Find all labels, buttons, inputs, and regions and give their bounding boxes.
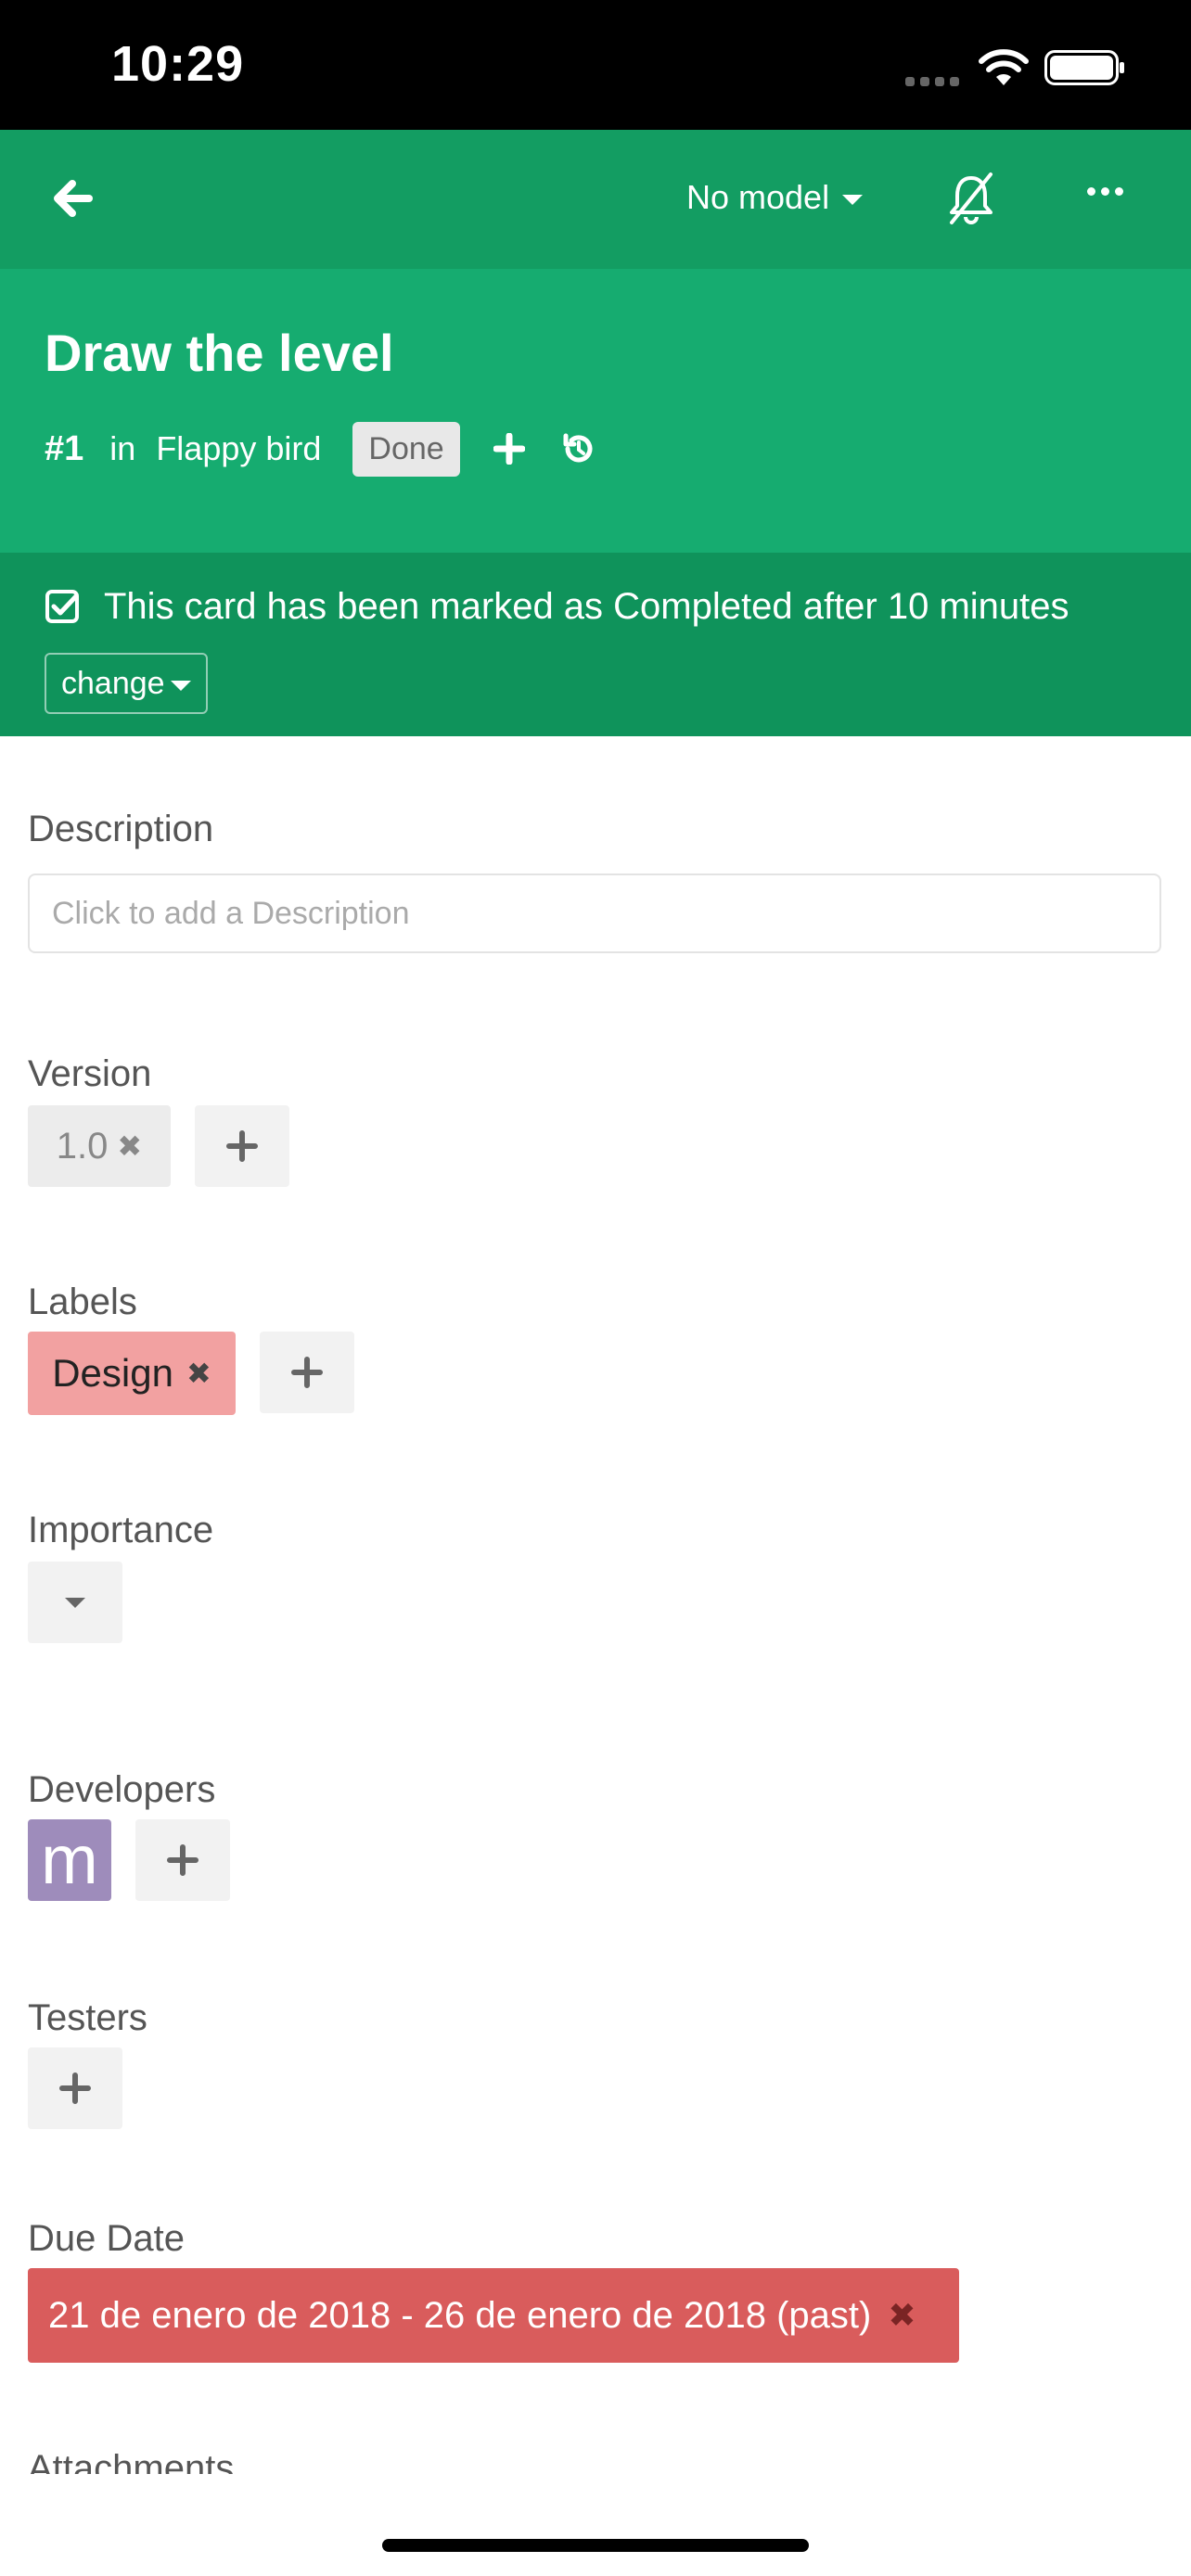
importance-label: Importance — [28, 1510, 214, 1550]
remove-icon[interactable]: ✖ — [888, 2296, 916, 2335]
add-label-button[interactable] — [260, 1332, 354, 1413]
completed-banner: This card has been marked as Completed a… — [0, 553, 1191, 736]
version-label: Version — [28, 1053, 152, 1094]
due-date-label: Due Date — [28, 2218, 185, 2259]
add-developer-button[interactable] — [135, 1819, 230, 1901]
testers-label: Testers — [28, 1997, 147, 2038]
plus-icon — [226, 1130, 258, 1162]
ellipsis-icon — [1087, 187, 1095, 196]
label-chip-text: Design — [52, 1351, 173, 1395]
due-date-value: 21 de enero de 2018 - 26 de enero de 201… — [48, 2294, 872, 2336]
top-app-bar: No model — [0, 130, 1191, 269]
card-header: Draw the level #1 in Flappy bird Done — [0, 269, 1191, 553]
bell-slash-icon — [950, 172, 992, 224]
plus-icon — [291, 1357, 323, 1388]
remove-icon[interactable]: ✖ — [186, 1356, 211, 1391]
bottom-safe-area — [0, 2474, 1191, 2576]
add-button[interactable] — [493, 433, 525, 465]
cellular-signal-icon — [905, 74, 965, 91]
version-value: 1.0 — [56, 1125, 109, 1167]
caret-down-icon — [65, 1597, 85, 1608]
description-label: Description — [28, 809, 214, 849]
version-chip[interactable]: 1.0 ✖ — [28, 1105, 171, 1187]
remove-icon[interactable]: ✖ — [117, 1129, 142, 1164]
model-dropdown[interactable]: No model — [686, 178, 864, 217]
plus-icon — [59, 2072, 91, 2104]
plus-icon — [493, 433, 525, 465]
plus-icon — [167, 1844, 198, 1876]
model-dropdown-label: No model — [686, 178, 830, 216]
history-button[interactable] — [560, 430, 597, 467]
description-placeholder: Click to add a Description — [52, 895, 410, 931]
more-options-button[interactable] — [1087, 187, 1123, 196]
labels-label: Labels — [28, 1282, 137, 1322]
card-project-link[interactable]: Flappy bird — [156, 429, 321, 468]
status-time: 10:29 — [111, 36, 245, 92]
back-button[interactable] — [45, 171, 100, 226]
card-title[interactable]: Draw the level — [45, 323, 394, 383]
developer-avatar[interactable]: m — [28, 1819, 111, 1901]
card-in-label: in — [109, 429, 136, 467]
arrow-left-icon — [54, 180, 93, 217]
caret-down-icon — [842, 194, 864, 205]
change-label: change — [61, 665, 165, 701]
battery-icon — [1044, 50, 1124, 85]
change-completion-button[interactable]: change — [45, 653, 208, 714]
description-input[interactable]: Click to add a Description — [28, 874, 1161, 953]
status-bar: 10:29 — [0, 0, 1191, 130]
add-version-button[interactable] — [195, 1105, 289, 1187]
importance-dropdown[interactable] — [28, 1562, 122, 1643]
add-tester-button[interactable] — [28, 2047, 122, 2129]
history-icon — [563, 433, 593, 463]
notifications-off-button[interactable] — [944, 171, 998, 231]
completed-message: This card has been marked as Completed a… — [104, 586, 1069, 627]
due-date-chip[interactable]: 21 de enero de 2018 - 26 de enero de 201… — [28, 2268, 959, 2363]
label-chip-design[interactable]: Design ✖ — [28, 1332, 236, 1415]
caret-down-icon — [170, 680, 191, 691]
home-indicator[interactable] — [382, 2539, 809, 2552]
card-status-badge[interactable]: Done — [352, 421, 460, 477]
card-meta: #1 in Flappy bird Done — [45, 419, 597, 478]
developers-label: Developers — [28, 1769, 216, 1810]
card-number: #1 — [45, 428, 84, 468]
wifi-icon — [978, 48, 1030, 92]
checkbox-checked-icon — [45, 589, 82, 626]
